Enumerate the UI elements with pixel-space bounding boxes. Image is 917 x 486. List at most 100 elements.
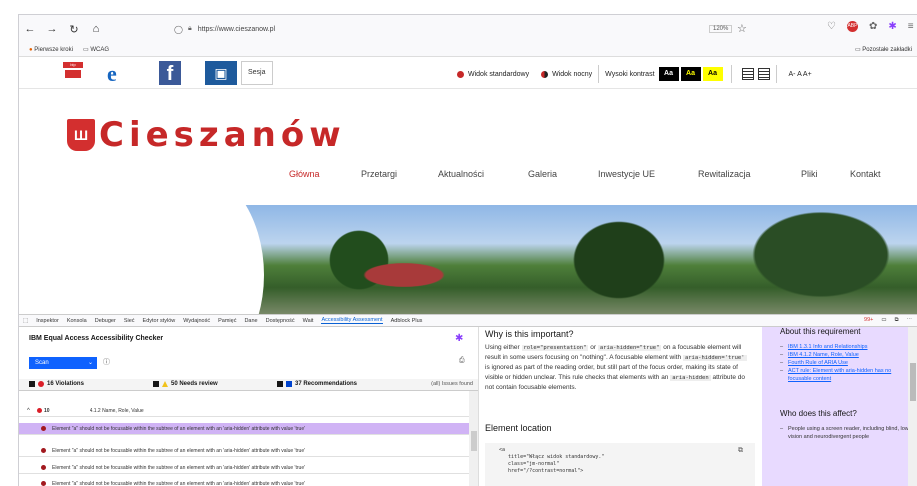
filter-needs-review[interactable]: 50 Needs review	[153, 381, 218, 387]
filter-recommendations[interactable]: 37 Recommendations	[277, 381, 357, 387]
scan-button[interactable]: Scan ⌄	[29, 357, 97, 369]
camera-icon[interactable]: ▣	[205, 61, 237, 85]
bip-logo[interactable]: bip	[63, 62, 83, 78]
tab-performance[interactable]: Wydajność	[183, 318, 210, 324]
tab-accessibility[interactable]: Dostępność	[266, 318, 295, 324]
info-icon[interactable]: ⓘ	[103, 357, 110, 367]
font-size-controls[interactable]: A- A A+	[789, 71, 812, 78]
tab-console[interactable]: Konsola	[67, 318, 87, 324]
tab-accessibility-assessment[interactable]: Accessibility Assessment	[321, 317, 383, 324]
nav-item-przetargi[interactable]: Przetargi	[361, 169, 438, 179]
issue-filters: 16 Violations 50 Needs review 37 Recomme…	[19, 379, 478, 391]
issue-row[interactable]: Element "a" should not be focusable with…	[19, 462, 469, 474]
nav-item-galeria[interactable]: Galeria	[528, 169, 598, 179]
tab-inspector[interactable]: Inspektor	[36, 318, 59, 324]
view-night-link[interactable]: Widok nocny	[552, 71, 592, 78]
tab-adblock[interactable]: Adblock Plus	[391, 318, 423, 324]
home-icon[interactable]: ⌂	[85, 23, 107, 35]
sesja-link[interactable]: Sesja	[241, 61, 273, 85]
lock-icon: 🔒︎	[187, 25, 192, 32]
requirement-link[interactable]: Fourth Rule of ARIA Use	[780, 359, 914, 367]
tab-debugger[interactable]: Debuger	[95, 318, 116, 324]
about-heading: About this requirement	[780, 327, 861, 336]
tab-memory[interactable]: Pamięć	[218, 318, 236, 324]
nav-item-kontakt[interactable]: Kontakt	[850, 169, 881, 179]
requirement-link[interactable]: ACT rule: Element with aria-hidden has n…	[780, 367, 914, 383]
chevron-up-icon[interactable]: ^	[27, 408, 37, 414]
issue-row[interactable]: Element "a" should not be focusable with…	[19, 478, 469, 486]
epuap-logo-icon[interactable]: e	[107, 61, 143, 86]
issue-detail-panel: Why is this important? Using either role…	[479, 327, 762, 486]
violation-icon	[38, 381, 44, 387]
copy-icon[interactable]: ⧉	[738, 447, 743, 454]
bookmark-wcag[interactable]: ▭ WCAG	[83, 46, 109, 53]
issue-group[interactable]: ^ 10 4.1.2 Name, Role, Value	[19, 405, 469, 417]
site-header: Ш Cieszanów Główna Przetargi Aktualności…	[19, 89, 917, 205]
adblock-icon[interactable]: ABP	[846, 21, 858, 32]
site-brand[interactable]: Cieszanów	[99, 115, 346, 155]
issues-scrollbar[interactable]	[469, 391, 478, 486]
nav-item-aktualnosci[interactable]: Aktualności	[438, 169, 528, 179]
contrast-icon	[541, 70, 549, 78]
issue-row[interactable]: Element "a" should not be focusable with…	[19, 445, 469, 457]
nav-item-pliki[interactable]: Pliki	[801, 169, 850, 179]
tab-wait[interactable]: Wait	[303, 318, 314, 324]
tab-network[interactable]: Sieć	[124, 318, 135, 324]
address-bar[interactable]: ◯ 🔒︎ https://www.cieszanow.pl	[174, 19, 779, 39]
accessibility-checker-icon[interactable]: ✱	[888, 21, 896, 32]
warning-icon	[162, 381, 168, 387]
nav-item-rewitalizacja[interactable]: Rewitalizacja	[698, 169, 801, 179]
folder-icon: ▭	[854, 47, 861, 53]
requirement-scrollbar[interactable]	[908, 327, 917, 486]
more-icon[interactable]: ⋯	[907, 317, 913, 324]
violation-icon	[37, 408, 42, 413]
bookmark-first-steps[interactable]: ● Pierwsze kroki	[29, 47, 73, 53]
devtools-tabs: ⬚ Inspektor Konsola Debuger Sieć Edytor …	[19, 314, 917, 327]
pocket-icon[interactable]: ♡	[827, 21, 836, 32]
popout-icon[interactable]: ⧉	[895, 317, 899, 324]
browser-window: ← → ↻ ⌂ ◯ 🔒︎ https://www.cieszanow.pl 12…	[18, 14, 917, 486]
error-badge[interactable]: 99+	[864, 317, 873, 324]
export-icon[interactable]: ⎙	[459, 357, 465, 365]
requirement-link[interactable]: IBM 4.1.2 Name, Role, Value	[780, 351, 914, 359]
zoom-level[interactable]: 120%	[709, 25, 733, 33]
violation-icon	[41, 465, 46, 470]
view-standard-link[interactable]: Widok standardowy	[468, 71, 529, 78]
contrast-option-1[interactable]: Aa	[658, 67, 679, 81]
coat-of-arms-icon[interactable]: Ш	[67, 119, 95, 151]
menu-icon[interactable]: ≡	[908, 21, 914, 32]
view-options: Widok standardowy Widok nocny Wysoki kon…	[453, 65, 812, 83]
facebook-icon[interactable]: f	[159, 61, 181, 85]
violation-icon	[41, 481, 46, 486]
nav-item-glowna[interactable]: Główna	[289, 169, 361, 179]
shield-icon: ◯	[174, 24, 183, 34]
checker-panel: IBM Equal Access Accessibility Checker ✱…	[19, 327, 479, 486]
bookmarks-bar: ● Pierwsze kroki ▭ WCAG ▭ Pozostałe zakł…	[19, 43, 917, 57]
element-code: <a title="Włącz widok standardowy." clas…	[485, 443, 755, 486]
tab-style-editor[interactable]: Edytor stylów	[143, 318, 176, 324]
contrast-option-2[interactable]: Aa	[680, 67, 701, 81]
chevron-down-icon[interactable]: ⌄	[88, 357, 93, 369]
layout-wide-icon[interactable]	[757, 68, 770, 80]
filter-violations[interactable]: 16 Violations	[29, 381, 84, 387]
dock-icon[interactable]: ▭	[881, 317, 886, 324]
requirement-link[interactable]: IBM 1.3.1 Info and Relationships	[780, 343, 914, 351]
bookmark-star-icon[interactable]: ☆	[737, 22, 747, 35]
contrast-option-3[interactable]: Aa	[702, 67, 723, 81]
tab-storage[interactable]: Dane	[244, 318, 257, 324]
high-contrast-label: Wysoki kontrast	[605, 70, 655, 78]
extension-icon[interactable]: ✿	[869, 21, 877, 32]
reload-icon[interactable]: ↻	[63, 23, 85, 36]
other-bookmarks[interactable]: ▭ Pozostałe zakładki	[855, 46, 912, 53]
layout-narrow-icon[interactable]	[741, 68, 754, 80]
issue-row[interactable]: Element "a" should not be focusable with…	[19, 423, 469, 435]
location-heading: Element location	[485, 423, 552, 433]
folder-icon: ▭	[82, 47, 89, 53]
devtools-pick-icon[interactable]: ⬚	[23, 318, 28, 324]
checker-title: IBM Equal Access Accessibility Checker	[29, 335, 164, 342]
back-icon[interactable]: ←	[19, 23, 41, 35]
affect-heading: Who does this affect?	[780, 409, 857, 418]
site-topbar: bip e f ▣ Sesja Widok standardowy Widok …	[19, 57, 917, 89]
forward-icon[interactable]: →	[41, 23, 63, 35]
nav-item-inwestycje[interactable]: Inwestycje UE	[598, 169, 698, 179]
